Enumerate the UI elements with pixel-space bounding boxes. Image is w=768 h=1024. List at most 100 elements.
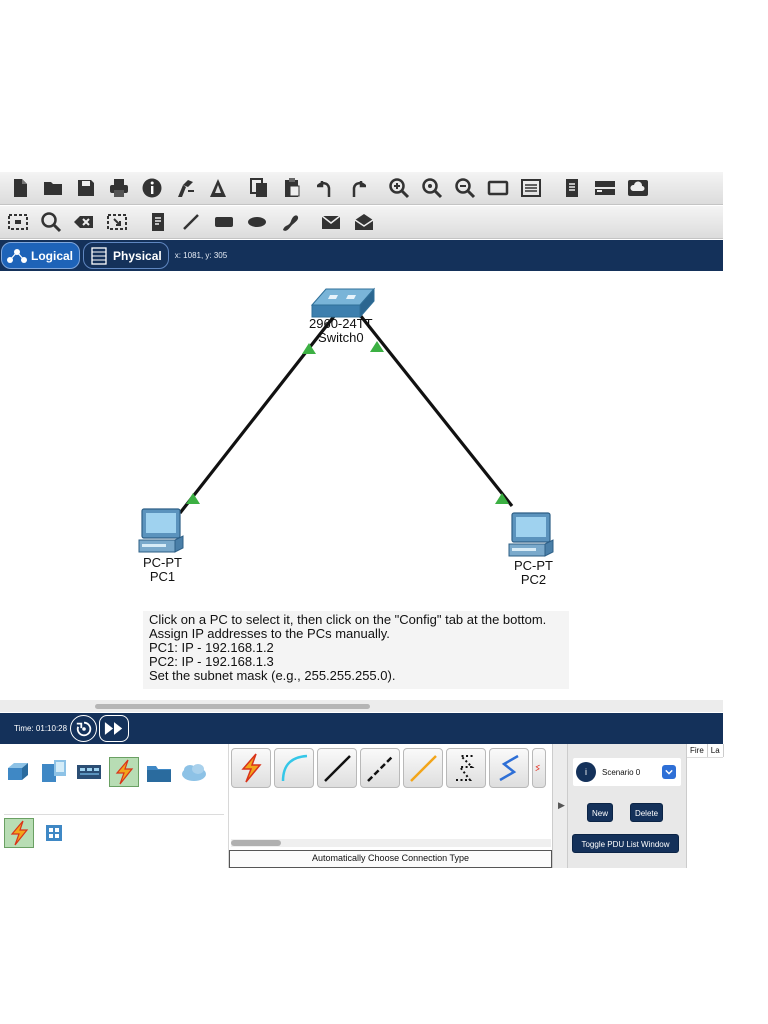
info-icon[interactable] <box>138 175 166 201</box>
save-icon[interactable] <box>72 175 100 201</box>
pc1-label: PC-PT PC1 <box>143 556 182 584</box>
pc2-model: PC-PT <box>514 558 553 573</box>
cursor-coordinates: x: 1081, y: 305 <box>174 251 228 260</box>
column-header-fire[interactable]: Fire <box>687 744 708 757</box>
paste-icon[interactable] <box>278 175 306 201</box>
phone-cable-icon[interactable] <box>446 748 486 788</box>
copy-icon[interactable] <box>245 175 273 201</box>
new-file-icon[interactable] <box>6 175 34 201</box>
fast-forward-button[interactable] <box>99 715 130 742</box>
connections-icon[interactable] <box>109 757 139 787</box>
link-light-pc1 <box>186 493 200 504</box>
notes-icon[interactable] <box>558 175 586 201</box>
custom-pdu-icon[interactable] <box>204 175 232 201</box>
pc1-icon[interactable] <box>138 508 184 553</box>
switch0-icon[interactable] <box>310 287 376 319</box>
add-simple-pdu-icon[interactable] <box>317 209 345 235</box>
pc2-icon[interactable] <box>508 512 554 557</box>
print-icon[interactable] <box>105 175 133 201</box>
components-icon[interactable] <box>74 757 104 787</box>
tab-logical-label: Logical <box>31 248 74 263</box>
scenario-value: Scenario 0 <box>602 767 641 777</box>
logical-workspace[interactable]: 2960-24TT Switch0 PC-PT PC1 PC-PT PC2 Cl… <box>0 271 723 703</box>
connection-scrollbar-thumb[interactable] <box>231 840 281 846</box>
instruction-line: Set the subnet mask (e.g., 255.255.255.0… <box>149 668 396 683</box>
device-type-panel <box>0 744 228 868</box>
pdu-scenario-panel: i Scenario 0 New Delete Toggle PDU List … <box>568 744 686 868</box>
instructions-note[interactable]: Click on a PC to select it, then click o… <box>143 611 569 689</box>
pc1-name: PC1 <box>149 569 176 584</box>
select-icon[interactable] <box>4 209 32 235</box>
pc1-model: PC-PT <box>143 555 182 570</box>
scenario-selector[interactable]: i Scenario 0 <box>573 758 681 786</box>
copper-cross-over-icon[interactable] <box>360 748 400 788</box>
logical-view-icon <box>7 248 27 263</box>
note-icon[interactable] <box>144 209 172 235</box>
connections-subcategory-icon[interactable] <box>4 818 34 848</box>
switch0-name: Switch0 <box>318 330 364 345</box>
resize-icon[interactable] <box>103 209 131 235</box>
zoom-out-icon[interactable] <box>451 175 479 201</box>
toggle-pdu-list-button[interactable]: Toggle PDU List Window <box>572 834 679 853</box>
multiuser-icon[interactable] <box>179 757 209 787</box>
inspect-icon[interactable] <box>37 209 65 235</box>
connection-scrollbar[interactable] <box>231 839 551 847</box>
delete-icon[interactable] <box>70 209 98 235</box>
view-bar: Logical Physical x: 1081, y: 305 <box>0 240 723 271</box>
scenario-info-icon[interactable]: i <box>576 762 596 782</box>
time-bar: Time: 01:10:28 <box>0 713 723 744</box>
tools-toolbar <box>0 206 723 239</box>
instruction-line: Click on a PC to select it, then click o… <box>149 612 547 627</box>
redo-icon[interactable] <box>344 175 372 201</box>
draw-ellipse-icon[interactable] <box>243 209 271 235</box>
column-header-last-status[interactable]: La <box>708 744 724 757</box>
link-switch0-pc2[interactable] <box>358 314 514 507</box>
fast-forward-icon <box>104 722 123 735</box>
drawing-palette-icon[interactable] <box>484 175 512 201</box>
tab-logical[interactable]: Logical <box>1 242 81 269</box>
structured-cabling-icon[interactable] <box>39 818 69 848</box>
tab-physical[interactable]: Physical <box>83 242 169 269</box>
cloud-icon[interactable] <box>624 175 652 201</box>
tab-physical-label: Physical <box>113 248 162 263</box>
switch0-model: 2960-24TT <box>309 316 373 331</box>
pdu-list: Fire La <box>686 744 724 868</box>
chevron-down-icon[interactable] <box>662 765 676 779</box>
coaxial-cable-icon[interactable] <box>489 748 529 788</box>
miscellaneous-icon[interactable] <box>144 757 174 787</box>
automatic-connection-icon[interactable] <box>231 748 271 788</box>
connection-type-label: Automatically Choose Connection Type <box>229 850 552 868</box>
console-cable-icon[interactable] <box>274 748 314 788</box>
switch0-label: 2960-24TT Switch0 <box>309 317 373 345</box>
zoom-reset-icon[interactable] <box>418 175 446 201</box>
zoom-in-icon[interactable] <box>385 175 413 201</box>
pc2-name: PC2 <box>520 572 547 587</box>
workspace-scrollbar-thumb[interactable] <box>95 704 370 709</box>
power-cycle-button[interactable] <box>70 715 98 742</box>
copper-straight-through-icon[interactable] <box>317 748 357 788</box>
undo-icon[interactable] <box>311 175 339 201</box>
power-cycle-icon <box>76 721 91 736</box>
draw-rectangle-icon[interactable] <box>210 209 238 235</box>
instruction-line: Assign IP addresses to the PCs manually. <box>149 626 390 641</box>
network-devices-icon[interactable] <box>4 757 34 787</box>
new-scenario-button[interactable]: New <box>587 803 613 822</box>
instruction-line: PC1: IP - 192.168.1.2 <box>149 640 274 655</box>
end-devices-icon[interactable] <box>39 757 69 787</box>
delete-scenario-button[interactable]: Delete <box>630 803 663 822</box>
serial-dce-icon[interactable] <box>532 748 546 788</box>
draw-line-icon[interactable] <box>177 209 205 235</box>
pdu-panel-splitter[interactable]: ▶ <box>552 744 568 868</box>
fiber-icon[interactable] <box>403 748 443 788</box>
physical-view-icon <box>91 246 107 265</box>
add-complex-pdu-icon[interactable] <box>350 209 378 235</box>
custom-device-dialog-icon[interactable] <box>517 175 545 201</box>
freeform-icon[interactable] <box>276 209 304 235</box>
expand-arrow-icon[interactable]: ▶ <box>558 800 565 811</box>
activity-wizard-icon[interactable] <box>171 175 199 201</box>
open-folder-icon[interactable] <box>39 175 67 201</box>
workspace-scrollbar[interactable] <box>0 700 723 712</box>
view-wide-icon[interactable] <box>591 175 619 201</box>
time-label: Time: 01:10:28 <box>14 724 68 733</box>
instruction-line: PC2: IP - 192.168.1.3 <box>149 654 274 669</box>
